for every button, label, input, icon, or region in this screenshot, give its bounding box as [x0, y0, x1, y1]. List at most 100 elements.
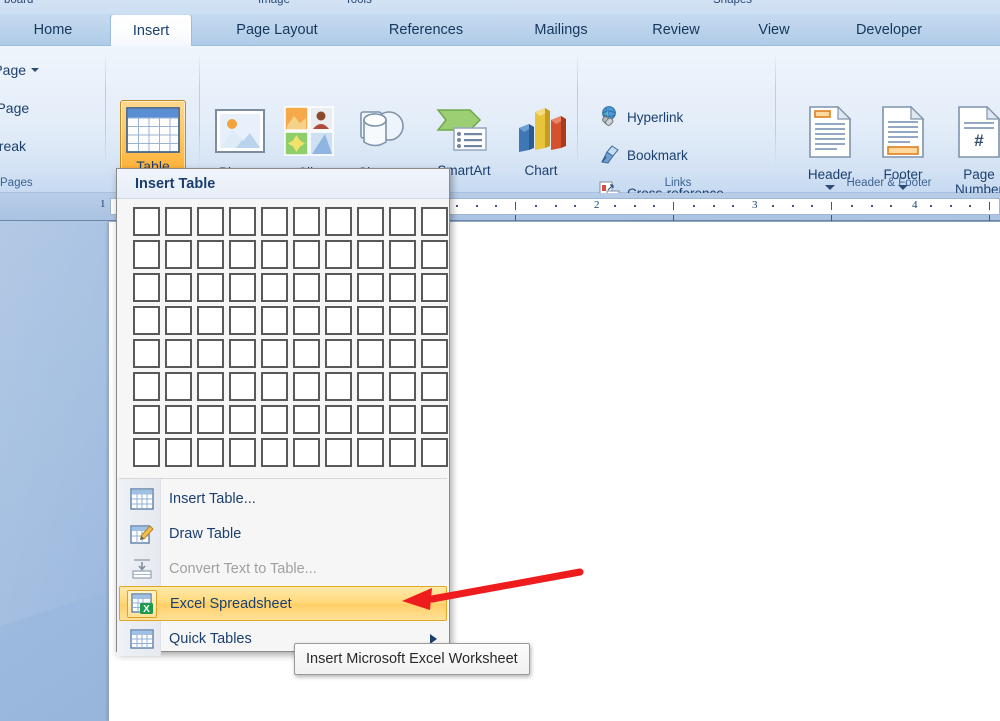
page-break-button[interactable]: ge Break	[0, 138, 26, 154]
table-grid-cell[interactable]	[229, 372, 256, 401]
table-grid-cell[interactable]	[325, 372, 352, 401]
table-grid-cell[interactable]	[325, 207, 352, 236]
menu-item-excel-spreadsheet[interactable]: X Excel Spreadsheet	[119, 586, 447, 621]
table-grid-cell[interactable]	[357, 306, 384, 335]
bookmark-button[interactable]: Bookmark	[596, 142, 691, 169]
table-grid-cell[interactable]	[133, 438, 160, 467]
table-grid-cell[interactable]	[261, 405, 288, 434]
table-grid-cell[interactable]	[165, 306, 192, 335]
table-size-grid[interactable]	[117, 199, 449, 476]
table-grid-cell[interactable]	[421, 240, 448, 269]
table-grid-cell[interactable]	[165, 372, 192, 401]
table-grid-cell[interactable]	[165, 339, 192, 368]
table-grid-cell[interactable]	[197, 306, 224, 335]
table-grid-cell[interactable]	[261, 240, 288, 269]
table-grid-cell[interactable]	[293, 207, 320, 236]
table-grid-cell[interactable]	[389, 372, 416, 401]
tab-mailings[interactable]: Mailings	[508, 14, 614, 46]
table-grid-cell[interactable]	[421, 438, 448, 467]
table-grid-cell[interactable]	[197, 405, 224, 434]
tab-home[interactable]: Home	[8, 14, 98, 46]
table-grid-cell[interactable]	[325, 438, 352, 467]
table-grid-cell[interactable]	[325, 405, 352, 434]
table-grid-cell[interactable]	[133, 306, 160, 335]
table-grid-cell[interactable]	[357, 339, 384, 368]
table-grid-cell[interactable]	[229, 405, 256, 434]
table-grid-cell[interactable]	[421, 372, 448, 401]
table-grid-cell[interactable]	[133, 372, 160, 401]
table-grid-cell[interactable]	[389, 339, 416, 368]
table-grid-cell[interactable]	[421, 306, 448, 335]
ruler-tab-stop[interactable]	[515, 215, 516, 221]
table-grid-cell[interactable]	[357, 438, 384, 467]
table-grid-cell[interactable]	[165, 273, 192, 302]
table-grid-cell[interactable]	[229, 438, 256, 467]
table-grid-cell[interactable]	[133, 207, 160, 236]
table-grid-cell[interactable]	[133, 339, 160, 368]
table-grid-cell[interactable]	[293, 372, 320, 401]
table-grid-cell[interactable]	[133, 273, 160, 302]
table-grid-cell[interactable]	[197, 207, 224, 236]
table-grid-cell[interactable]	[261, 339, 288, 368]
table-grid-cell[interactable]	[389, 240, 416, 269]
table-grid-cell[interactable]	[293, 273, 320, 302]
table-grid-cell[interactable]	[293, 405, 320, 434]
table-grid-cell[interactable]	[357, 372, 384, 401]
table-grid-cell[interactable]	[229, 273, 256, 302]
table-grid-cell[interactable]	[133, 240, 160, 269]
hyperlink-button[interactable]: Hyperlink	[596, 104, 686, 131]
table-grid-cell[interactable]	[421, 339, 448, 368]
table-grid-cell[interactable]	[357, 240, 384, 269]
chart-button[interactable]: Chart	[509, 102, 573, 202]
table-grid-cell[interactable]	[261, 207, 288, 236]
table-grid-cell[interactable]	[421, 273, 448, 302]
table-grid-cell[interactable]	[165, 207, 192, 236]
table-grid-cell[interactable]	[421, 405, 448, 434]
tab-page-layout[interactable]: Page Layout	[204, 14, 350, 46]
table-grid-cell[interactable]	[229, 339, 256, 368]
table-grid-cell[interactable]	[197, 339, 224, 368]
table-grid-cell[interactable]	[389, 306, 416, 335]
table-grid-cell[interactable]	[261, 372, 288, 401]
table-grid-cell[interactable]	[165, 240, 192, 269]
tab-developer[interactable]: Developer	[826, 14, 952, 46]
tab-view[interactable]: View	[738, 14, 810, 46]
table-grid-cell[interactable]	[325, 273, 352, 302]
table-grid-cell[interactable]	[325, 240, 352, 269]
tab-review[interactable]: Review	[628, 14, 724, 46]
table-grid-cell[interactable]	[261, 306, 288, 335]
menu-item-draw-table[interactable]: Draw Table	[117, 516, 449, 551]
table-grid-cell[interactable]	[229, 306, 256, 335]
table-grid-cell[interactable]	[261, 438, 288, 467]
tab-insert[interactable]: Insert	[110, 14, 192, 47]
table-grid-cell[interactable]	[421, 207, 448, 236]
table-grid-cell[interactable]	[389, 207, 416, 236]
ruler-tab-stop[interactable]	[673, 215, 674, 221]
table-grid-cell[interactable]	[293, 438, 320, 467]
table-grid-cell[interactable]	[389, 438, 416, 467]
table-grid-cell[interactable]	[165, 405, 192, 434]
table-grid-cell[interactable]	[197, 273, 224, 302]
blank-page-button[interactable]: ank Page	[0, 100, 29, 116]
table-grid-cell[interactable]	[357, 273, 384, 302]
table-grid-cell[interactable]	[293, 339, 320, 368]
table-grid-cell[interactable]	[389, 405, 416, 434]
table-grid-cell[interactable]	[133, 405, 160, 434]
table-grid-cell[interactable]	[229, 240, 256, 269]
cover-page-button[interactable]: ver Page	[0, 62, 40, 78]
ruler-tab-stop[interactable]	[831, 215, 832, 221]
ruler-tab-stop[interactable]	[989, 215, 990, 221]
table-grid-cell[interactable]	[389, 273, 416, 302]
table-grid-cell[interactable]	[197, 240, 224, 269]
table-grid-cell[interactable]	[293, 306, 320, 335]
table-grid-cell[interactable]	[357, 207, 384, 236]
menu-item-insert-table[interactable]: Insert Table...	[117, 481, 449, 516]
tab-references[interactable]: References	[362, 14, 490, 46]
table-grid-cell[interactable]	[357, 405, 384, 434]
table-grid-cell[interactable]	[229, 207, 256, 236]
table-grid-cell[interactable]	[261, 273, 288, 302]
table-grid-cell[interactable]	[293, 240, 320, 269]
table-grid-cell[interactable]	[325, 306, 352, 335]
table-grid-cell[interactable]	[197, 372, 224, 401]
table-grid-cell[interactable]	[197, 438, 224, 467]
